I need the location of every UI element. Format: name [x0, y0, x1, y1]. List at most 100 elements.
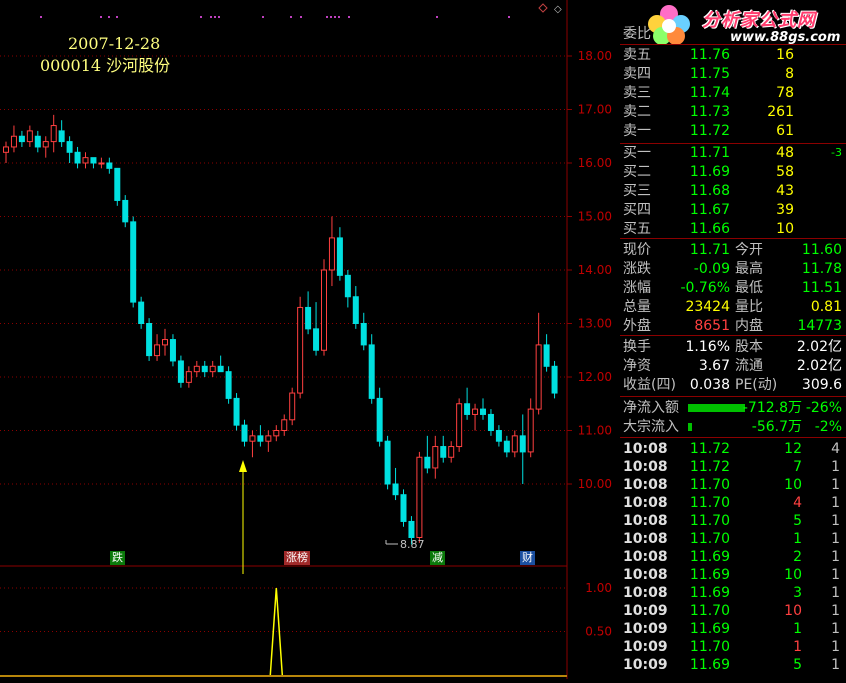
candle-body: [289, 392, 296, 421]
candle: [34, 130, 41, 153]
candle: [169, 334, 176, 367]
candle-body: [3, 146, 9, 153]
candle: [535, 312, 542, 415]
candle-body: [90, 157, 97, 164]
tick-row: 10:08 11.70 4 1: [620, 494, 846, 512]
flow-amount: -712.8万: [742, 400, 802, 416]
candle-body: [257, 435, 264, 442]
price-tick-label: 17.00: [578, 103, 612, 117]
candle: [66, 136, 73, 163]
tick-row: 10:08 11.70 5 1: [620, 512, 846, 530]
flow-percent: -26%: [805, 400, 842, 416]
tick-time: 10:08: [623, 585, 668, 601]
tick-time: 10:08: [623, 459, 668, 475]
tick-count: 1: [831, 603, 840, 619]
divider: [620, 437, 846, 438]
kline-chart[interactable]: 18.00 17.00 16.00 15.00 14.00 13.00 12.00 11.00…: [0, 0, 620, 679]
candle: [122, 195, 129, 228]
order-volume: 10: [776, 221, 794, 237]
order-price: 11.74: [689, 85, 730, 101]
candle: [344, 270, 351, 308]
stat-value: 2.02亿: [796, 339, 842, 355]
tick-count: 1: [831, 585, 840, 601]
candle: [249, 430, 256, 458]
candle: [42, 136, 49, 158]
candle: [193, 360, 200, 377]
order-level-label: 买三: [623, 183, 651, 199]
order-level-label: 卖三: [623, 85, 651, 101]
candle-body: [336, 237, 343, 276]
stat-value: 1.16%: [685, 339, 730, 355]
tick-row: 10:08 11.69 2 1: [620, 548, 846, 566]
candle-body: [432, 446, 439, 469]
tick-time: 10:08: [623, 441, 668, 457]
stat-label: 总量: [623, 299, 651, 315]
candle: [257, 425, 264, 447]
window-control-icon[interactable]: ◇: [554, 4, 562, 15]
candle-body: [281, 419, 288, 431]
order-level-label: 卖二: [623, 104, 651, 120]
divider: [620, 44, 846, 45]
stat-row: 总量 23424 量比 0.81: [620, 298, 846, 316]
tick-price: 11.69: [689, 567, 730, 583]
candle: [273, 425, 280, 442]
event-tag-fall[interactable]: 跌: [110, 551, 125, 565]
order-level-label: 买二: [623, 164, 651, 180]
stat-value: -0.09: [693, 261, 730, 277]
event-tag-reduce[interactable]: 减: [430, 551, 445, 565]
candle-body: [98, 162, 105, 165]
candle-body: [511, 435, 518, 453]
candle: [233, 393, 240, 431]
indicator-pane: 1.00 0.50: [0, 581, 612, 676]
divider: [620, 335, 846, 336]
stat-value: 0.81: [810, 299, 842, 315]
candle: [464, 387, 471, 420]
candle-body: [130, 221, 137, 303]
candle-body: [201, 365, 208, 373]
indicator-tick-label: 1.00: [585, 581, 612, 595]
candle-body: [408, 520, 415, 539]
tick-price: 11.69: [689, 657, 730, 673]
order-price: 11.69: [689, 164, 730, 180]
order-price: 11.73: [689, 104, 730, 120]
order-level-label: 买五: [623, 221, 651, 237]
stat-label: 涨跌: [623, 261, 651, 277]
tick-price: 11.72: [689, 441, 730, 457]
candle-body: [193, 365, 200, 373]
tick-count: 4: [831, 441, 840, 457]
tick-count: 1: [831, 567, 840, 583]
candle-body: [18, 135, 25, 143]
divider: [620, 396, 846, 397]
chart-date: 2007-12-28: [68, 34, 161, 53]
order-level-label: 卖一: [623, 123, 651, 139]
kline-chart-area[interactable]: 18.00 17.00 16.00 15.00 14.00 13.00 12.00 11.00…: [0, 0, 620, 679]
candle-body: [66, 141, 73, 153]
stat-value: 11.71: [689, 242, 730, 258]
event-tag-finance[interactable]: 财: [520, 551, 535, 565]
diamond-icon[interactable]: [538, 3, 548, 13]
tick-volume: 4: [793, 495, 802, 511]
candle: [416, 451, 423, 543]
candle-body: [249, 435, 256, 442]
flow-row: 大宗流入 -56.7万 -2%: [620, 418, 846, 436]
sell-order-row: 卖一 11.72 61: [620, 122, 846, 140]
flow-label: 大宗流入: [623, 419, 679, 435]
candle-body: [217, 365, 224, 373]
stat-row: 涨幅 -0.76% 最低 11.51: [620, 279, 846, 297]
stat-value: 14773: [797, 318, 842, 334]
divider: [620, 238, 846, 239]
order-level-label: 卖五: [623, 47, 651, 63]
candle: [265, 430, 272, 452]
candle-body: [440, 446, 447, 458]
candle: [368, 334, 375, 404]
event-tag-limit-list[interactable]: 涨榜: [284, 551, 310, 565]
candle-body: [321, 269, 327, 351]
candle: [360, 312, 367, 351]
order-price: 11.72: [689, 123, 730, 139]
tick-time: 10:09: [623, 639, 668, 655]
candle-body: [456, 403, 463, 448]
candle: [456, 398, 463, 452]
order-volume: 39: [776, 202, 794, 218]
tick-row: 10:08 11.70 10 1: [620, 476, 846, 494]
tick-price: 11.70: [689, 603, 730, 619]
